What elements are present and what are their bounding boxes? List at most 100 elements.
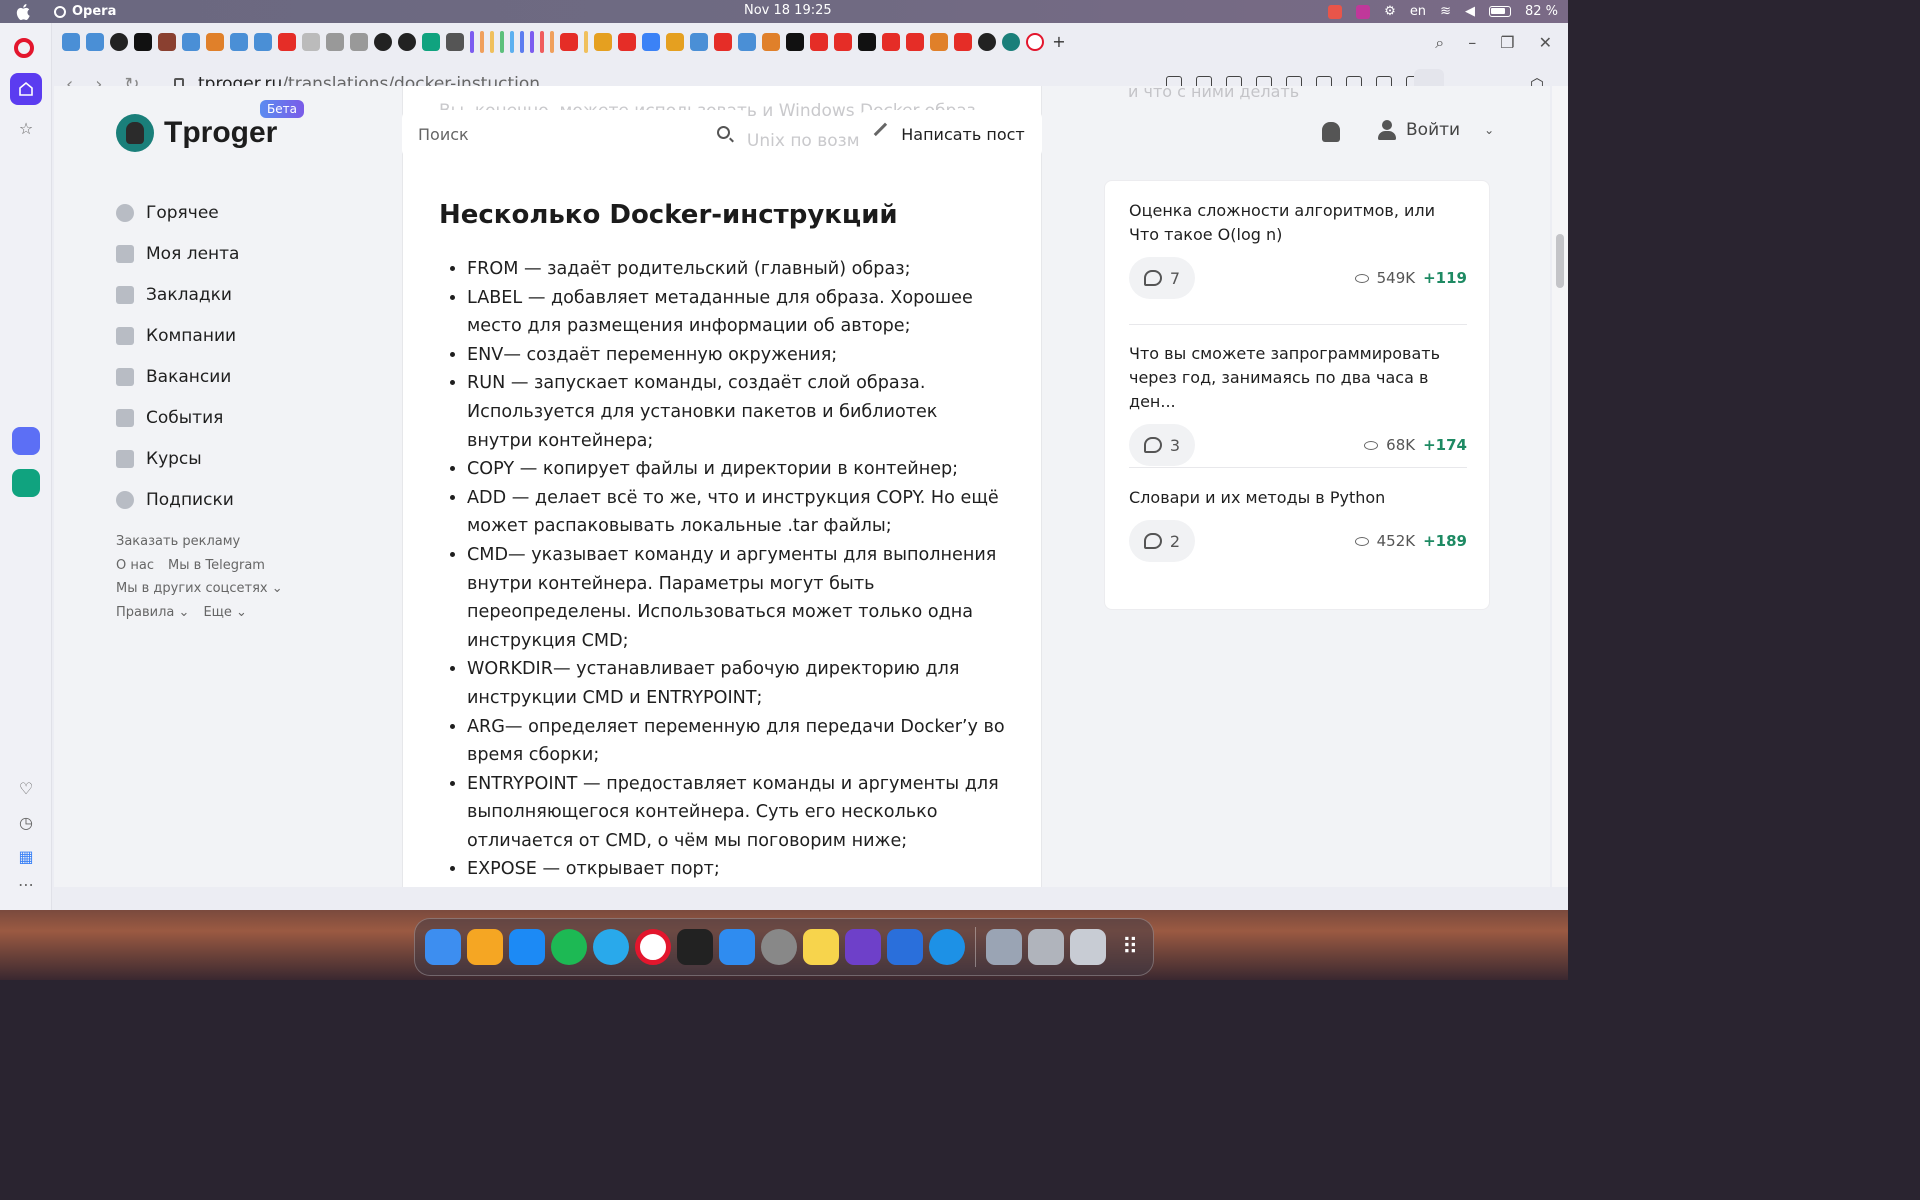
tab-favicon[interactable] (786, 33, 804, 51)
nav-item-bookmarks[interactable]: Закладки (116, 274, 239, 315)
finder-icon[interactable] (425, 929, 461, 965)
write-post-button[interactable]: Написать пост (860, 110, 1042, 158)
tab-group-bar[interactable] (490, 31, 494, 53)
active-app-menu[interactable]: Opera (54, 4, 116, 19)
close-icon[interactable]: ✕ (1539, 33, 1552, 53)
social-dropdown[interactable]: Мы в других соцсетях ⌄ (116, 577, 283, 601)
chatgpt-icon[interactable] (422, 33, 440, 51)
tab-favicon[interactable] (666, 33, 684, 51)
ads-link[interactable]: Заказать рекламу (116, 530, 240, 554)
tab-favicon[interactable] (86, 33, 104, 51)
battery-icon[interactable] (1488, 6, 1511, 17)
tab-favicon[interactable] (302, 33, 320, 51)
tab-favicon[interactable] (446, 33, 464, 51)
status-app-icon[interactable] (1328, 4, 1343, 19)
nav-item-subscriptions[interactable]: Подписки (116, 479, 239, 520)
yandex-icon[interactable] (834, 33, 852, 51)
tab-favicon[interactable] (158, 33, 176, 51)
page-scrollbar[interactable] (1552, 86, 1568, 887)
launchpad-icon[interactable]: ⠿ (1112, 929, 1148, 965)
tab-favicon[interactable] (110, 33, 128, 51)
search-input[interactable]: Поиск (402, 110, 748, 158)
tab-group-bar[interactable] (480, 31, 484, 53)
login-button[interactable]: Войти ⌄ (1378, 120, 1494, 140)
files-icon[interactable] (719, 929, 755, 965)
more-icon[interactable]: ⋯ (17, 875, 35, 894)
windows-app-icon[interactable] (887, 929, 923, 965)
tab-favicon[interactable] (762, 33, 780, 51)
github-icon[interactable] (374, 33, 392, 51)
nav-item-hot[interactable]: Горячее (116, 192, 239, 233)
tab-favicon[interactable] (618, 33, 636, 51)
youtube-icon[interactable] (278, 33, 296, 51)
tab-favicon[interactable] (930, 33, 948, 51)
notes-icon[interactable] (803, 929, 839, 965)
comments-button[interactable]: 3 (1129, 424, 1195, 466)
post-item[interactable]: Что вы сможете запрограммировать через г… (1129, 342, 1467, 466)
tab-favicon[interactable] (690, 33, 708, 51)
scroll-thumb[interactable] (1556, 234, 1564, 288)
post-item[interactable]: Оценка сложности алгоритмов, или Что так… (1129, 199, 1467, 299)
youtube-icon[interactable] (882, 33, 900, 51)
post-title[interactable]: Словари и их методы в Python (1129, 486, 1467, 510)
tab-group-bar[interactable] (530, 31, 534, 53)
spotify-icon[interactable] (551, 929, 587, 965)
yandex-icon[interactable] (906, 33, 924, 51)
tab-group-bar[interactable] (500, 31, 504, 53)
home-button[interactable] (10, 73, 42, 105)
tab-group-bar[interactable] (584, 31, 588, 53)
tab-group-bar[interactable] (540, 31, 544, 53)
new-tab-button[interactable]: + (1050, 33, 1068, 51)
nav-item-vacancies[interactable]: Вакансии (116, 356, 239, 397)
minimize-icon[interactable]: – (1468, 33, 1476, 53)
star-icon[interactable]: ☆ (17, 119, 35, 138)
app-store-icon[interactable] (509, 929, 545, 965)
tab-favicon[interactable] (738, 33, 756, 51)
history-icon[interactable]: ◷ (17, 813, 35, 832)
nav-item-companies[interactable]: Компании (116, 315, 239, 356)
aria-app-icon[interactable] (12, 427, 40, 455)
nav-item-courses[interactable]: Курсы (116, 438, 239, 479)
tab-favicon[interactable] (206, 33, 224, 51)
menubar-clock[interactable]: Nov 18 19:25 (744, 3, 832, 18)
github-icon[interactable] (978, 33, 996, 51)
post-title[interactable]: Оценка сложности алгоритмов, или Что так… (1129, 199, 1467, 247)
heart-icon[interactable]: ♡ (17, 779, 35, 798)
volume-icon[interactable]: ◀ (1465, 4, 1475, 19)
telegram-link[interactable]: Мы в Telegram (168, 554, 265, 578)
tab-favicon[interactable] (62, 33, 80, 51)
post-title[interactable]: Что вы сможете запрограммировать через г… (1129, 342, 1467, 414)
tab-group-bar[interactable] (470, 31, 474, 53)
bell-icon[interactable] (1322, 122, 1340, 142)
tab-favicon[interactable] (254, 33, 272, 51)
tab-group-bar[interactable] (550, 31, 554, 53)
opera-logo-icon[interactable] (14, 38, 34, 58)
rules-dropdown[interactable]: Правила ⌄ (116, 601, 189, 625)
gear-icon[interactable]: ⚙ (1384, 4, 1396, 19)
status-app-icon[interactable] (1356, 4, 1371, 19)
pages-icon[interactable] (467, 929, 503, 965)
tab-favicon[interactable] (1026, 33, 1044, 51)
terminal-icon[interactable] (677, 929, 713, 965)
yandex-icon[interactable] (810, 33, 828, 51)
youtube-icon[interactable] (560, 33, 578, 51)
comments-button[interactable]: 2 (1129, 520, 1195, 562)
tab-favicon[interactable] (326, 33, 344, 51)
tab-favicon[interactable] (134, 33, 152, 51)
github-desktop-icon[interactable] (845, 929, 881, 965)
tab-favicon[interactable] (230, 33, 248, 51)
translate-icon[interactable]: ▦ (17, 847, 35, 866)
docker-icon[interactable] (929, 929, 965, 965)
tab-favicon[interactable] (182, 33, 200, 51)
yandex-icon[interactable] (954, 33, 972, 51)
tproger-active-tab-icon[interactable] (1002, 33, 1020, 51)
system-settings-icon[interactable] (761, 929, 797, 965)
more-dropdown[interactable]: Еще ⌄ (203, 601, 247, 625)
post-item[interactable]: Словари и их методы в Python 2 452K +189 (1129, 486, 1467, 562)
input-language[interactable]: en (1410, 4, 1426, 19)
yandex-icon[interactable] (714, 33, 732, 51)
tab-favicon[interactable] (642, 33, 660, 51)
telegram-icon[interactable] (593, 929, 629, 965)
screenshot-icon[interactable] (986, 929, 1022, 965)
nav-item-events[interactable]: События (116, 397, 239, 438)
